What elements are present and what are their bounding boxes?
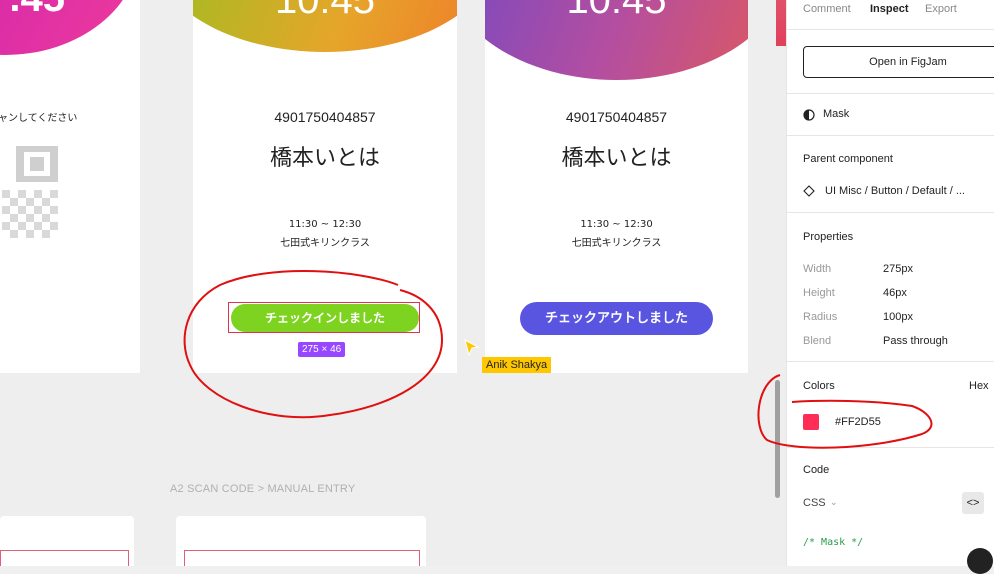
checkin-card-place: 七田式キリンクラス: [280, 238, 370, 249]
section-label[interactable]: A2 SCAN CODE > MANUAL ENTRY: [170, 483, 355, 495]
left-card-time: .45: [9, 0, 65, 21]
inspect-panel: Comment Inspect Export Open in FigJam Ma…: [786, 0, 994, 574]
prop-width-value[interactable]: 275px: [883, 263, 913, 275]
prop-height-label: Height: [803, 287, 835, 299]
annotation-circle-colors: [757, 374, 933, 449]
tab-comment[interactable]: Comment: [803, 3, 851, 15]
checkout-card-time-range: 11:30 ~ 12:30: [580, 219, 653, 230]
prop-radius-label: Radius: [803, 311, 838, 323]
design-canvas[interactable]: .45 ャンしてください 10:45 4901750404857 橋本いとは 1…: [0, 0, 786, 566]
prop-blend-value[interactable]: Pass through: [883, 335, 948, 347]
panel-divider: [787, 212, 994, 213]
checkout-button[interactable]: チェックアウトしました: [520, 302, 713, 335]
left-card-instruction: ャンしてください: [0, 113, 78, 124]
help-button[interactable]: [967, 548, 993, 574]
cursor-arrow-icon: [464, 339, 480, 357]
left-card[interactable]: .45 ャンしてください: [0, 0, 140, 373]
checkout-card-time: 10:45: [566, 0, 667, 22]
panel-divider: [787, 93, 994, 94]
checkout-card-hero: 10:45: [485, 0, 748, 80]
checkin-card-time: 10:45: [274, 0, 376, 22]
parent-component-link[interactable]: UI Misc / Button / Default / ...: [825, 185, 965, 197]
checkin-card-code: 4901750404857: [274, 109, 376, 125]
checkout-card-code: 4901750404857: [565, 109, 668, 125]
tab-export[interactable]: Export: [925, 3, 957, 15]
mask-icon: [803, 109, 815, 121]
prop-radius-value[interactable]: 100px: [883, 311, 913, 323]
prop-height-value[interactable]: 46px: [883, 287, 907, 299]
panel-divider: [787, 361, 994, 362]
bottom-card-1[interactable]: [0, 516, 134, 566]
prop-width-label: Width: [803, 263, 832, 275]
code-language-select[interactable]: CSS: [803, 497, 826, 509]
chevron-down-icon[interactable]: ⌄: [830, 497, 838, 508]
checkout-card-name: 橋本いとは: [561, 146, 672, 171]
layer-name: Mask: [823, 108, 850, 120]
open-in-figjam-button[interactable]: Open in FigJam: [803, 46, 994, 78]
checkout-card-place: 七田式キリンクラス: [571, 238, 662, 249]
checkin-card-name: 橋本いとは: [269, 146, 380, 171]
bottom-card-2-field: [184, 550, 420, 566]
next-card-edge[interactable]: [776, 0, 786, 46]
prop-blend-label: Blend: [803, 335, 832, 347]
color-format-select[interactable]: Hex: [969, 380, 989, 392]
cursor-user-label: Anik Shakya: [482, 357, 552, 373]
component-instance-icon: [803, 185, 815, 197]
tab-inspect[interactable]: Inspect: [870, 3, 909, 15]
checkin-card-hero: 10:45: [193, 0, 457, 52]
annotation-circle-button: [183, 270, 444, 419]
code-view-toggle[interactable]: <>: [962, 492, 984, 514]
code-title: Code: [803, 464, 830, 476]
left-card-hero: .45: [0, 0, 140, 55]
qr-code-image: [2, 146, 58, 238]
bottom-card-2[interactable]: [176, 516, 426, 566]
panel-divider: [787, 29, 994, 30]
panel-divider: [787, 135, 994, 136]
bottom-card-1-field: [0, 550, 129, 566]
checkout-card[interactable]: 10:45 4901750404857 橋本いとは 11:30 ~ 12:30 …: [485, 0, 748, 373]
properties-title: Properties: [803, 231, 854, 243]
checkin-card-time-range: 11:30 ~ 12:30: [288, 219, 362, 230]
code-comment: /* Mask */: [803, 537, 864, 548]
parent-component-title: Parent component: [803, 153, 893, 165]
